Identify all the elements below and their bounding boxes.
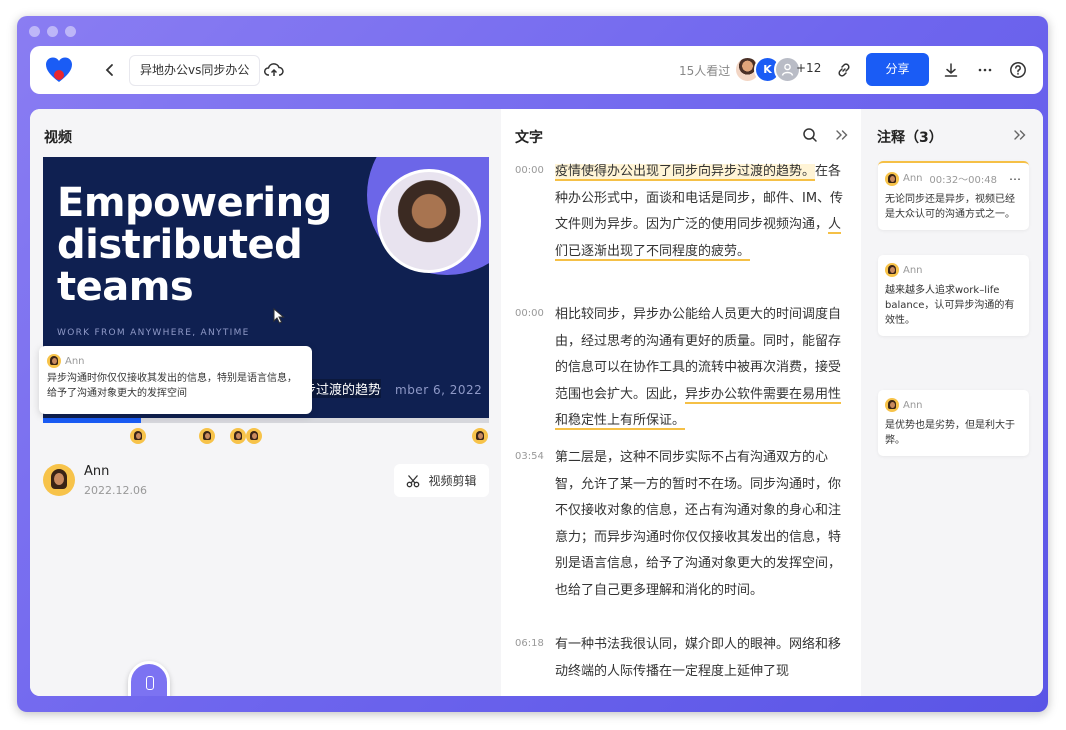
help-button[interactable] (1006, 58, 1030, 82)
text-run: 有一种书法我很认同，媒介即人的眼神。网络和移动终端的人际传播在一定程度上延伸了现 (555, 637, 842, 679)
download-icon (944, 63, 958, 77)
segment-text: 有一种书法我很认同，媒介即人的眼神。网络和移动终端的人际传播在一定程度上延伸了现 (555, 632, 847, 685)
video-clip-label: 视频剪辑 (428, 474, 477, 488)
avatar (885, 398, 899, 412)
note-time: 00:32～00:48 (929, 175, 997, 186)
collapse-button[interactable] (830, 123, 854, 147)
more-horizontal-icon[interactable]: ⋯ (1009, 172, 1022, 186)
link-icon (838, 63, 850, 77)
segment-text: 疫情使得办公出现了同步向异步过渡的趋势。在各种办公形式中，面谈和电话是同步，邮件… (555, 159, 847, 265)
note-author: Ann (903, 264, 923, 276)
note-author: Ann (903, 399, 923, 411)
more-options-button[interactable] (973, 58, 997, 82)
video-subtitle: 步过渡的趋势 (303, 379, 382, 398)
comment-marker[interactable] (199, 428, 215, 444)
segment-timestamp[interactable]: 03:54 (515, 451, 544, 462)
video-headline: Empowering distributed teams (57, 180, 332, 310)
workspace: 视频 Empowering distributed teams WORK FRO… (30, 109, 1043, 696)
tooltip-author: Ann (65, 355, 85, 367)
segment-text: 第二层是，这种不同步实际不占有沟通双方的心智，允许了某一方的暂时不在场。同步沟通… (555, 445, 847, 604)
author-name: Ann (84, 464, 110, 479)
note-text: 越来越多人追求work–life balance，认可异步沟通的有效性。 (885, 285, 1015, 326)
scissors-icon (407, 474, 420, 487)
mouse-cursor-icon (273, 308, 285, 324)
note-text: 无论同步还是异步，视频已经是大众认可的沟通方式之一。 (885, 194, 1015, 220)
app-logo-icon (46, 57, 72, 82)
comment-marker[interactable] (230, 428, 246, 444)
share-button[interactable]: 分享 (866, 53, 929, 86)
video-progress-fill (43, 418, 142, 423)
text-run: 第二层是，这种不同步实际不占有沟通双方的心智，允许了某一方的暂时不在场。同步沟通… (555, 450, 842, 598)
transcript-panel: 文字 00:00 疫情使得办公出现了同步向异步过渡的趋势。在各种办公形式中，面谈和… (501, 109, 861, 696)
scroll-mouse-icon (128, 661, 170, 696)
video-progress-bar[interactable] (43, 418, 489, 423)
video-subline: WORK FROM ANYWHERE, ANYTIME (57, 328, 250, 338)
panel-title: 注释（3） (877, 130, 943, 146)
viewer-count: 15人看过 (679, 64, 731, 78)
avatar (47, 354, 61, 368)
document-title[interactable]: 异地办公vs同步办公 (129, 55, 261, 86)
more-viewers-count[interactable]: +12 (796, 61, 821, 75)
search-button[interactable] (798, 123, 822, 147)
back-button[interactable] (98, 58, 122, 82)
download-button[interactable] (939, 58, 963, 82)
note-author: Ann (903, 173, 923, 184)
video-date: mber 6, 2022 (395, 383, 483, 397)
notes-panel: 注释（3） Ann 00:32～00:48 ⋯ 无论同步还是异步，视频已经是大众认可… (861, 109, 1043, 696)
comment-marker[interactable] (130, 428, 146, 444)
video-presenter-image (377, 169, 481, 273)
video-panel: 视频 Empowering distributed teams WORK FRO… (30, 109, 501, 696)
avatar (885, 263, 899, 277)
comment-marker[interactable] (472, 428, 488, 444)
window-dot[interactable] (65, 26, 76, 37)
cloud-upload-button[interactable] (262, 58, 286, 82)
avatar (885, 171, 899, 186)
window-dot[interactable] (29, 26, 40, 37)
window-dot[interactable] (47, 26, 58, 37)
panel-title: 视频 (44, 130, 72, 146)
double-chevron-right-icon (1014, 130, 1026, 140)
segment-text: 相比较同步，异步办公能给人员更大的时间调度自由，经过思考的沟通有更好的质量。同时… (555, 302, 847, 435)
panel-title: 文字 (515, 130, 543, 146)
top-bar: 异地办公vs同步办公 15人看过 K +12 分享 (30, 46, 1043, 94)
chevron-left-icon (105, 64, 113, 76)
author-avatar[interactable] (43, 464, 75, 496)
help-icon (1010, 62, 1026, 78)
cloud-upload-icon (264, 63, 284, 76)
note-card[interactable]: Ann 越来越多人追求work–life balance，认可异步沟通的有效性。 (878, 255, 1029, 336)
user-icon (781, 63, 794, 76)
note-text: 是优势也是劣势，但是利大于弊。 (885, 420, 1015, 446)
segment-timestamp[interactable]: 06:18 (515, 638, 544, 649)
app-window: 异地办公vs同步办公 15人看过 K +12 分享 视频 Empowering … (17, 16, 1048, 712)
segment-timestamp[interactable]: 00:00 (515, 165, 544, 176)
double-chevron-right-icon (836, 130, 848, 140)
tooltip-text: 异步沟通时你仅仅接收其发出的信息，特别是语言信息，给予了沟通对象更大的发挥空间 (47, 373, 297, 399)
search-icon (803, 128, 817, 142)
comment-tooltip: Ann 异步沟通时你仅仅接收其发出的信息，特别是语言信息，给予了沟通对象更大的发… (39, 346, 312, 414)
note-card[interactable]: Ann 00:32～00:48 ⋯ 无论同步还是异步，视频已经是大众认可的沟通方式之… (878, 161, 1029, 230)
author-date: 2022.12.06 (84, 484, 147, 497)
comment-marker[interactable] (246, 428, 262, 444)
video-clip-button[interactable]: 视频剪辑 (394, 464, 489, 497)
note-card[interactable]: Ann 是优势也是劣势，但是利大于弊。 (878, 390, 1029, 456)
more-horizontal-icon (978, 68, 992, 72)
segment-timestamp[interactable]: 00:00 (515, 308, 544, 319)
highlighted-text[interactable]: 疫情使得办公出现了同步向异步过渡的趋势。 (555, 164, 816, 181)
copy-link-button[interactable] (832, 58, 856, 82)
collapse-button[interactable] (1008, 123, 1032, 147)
